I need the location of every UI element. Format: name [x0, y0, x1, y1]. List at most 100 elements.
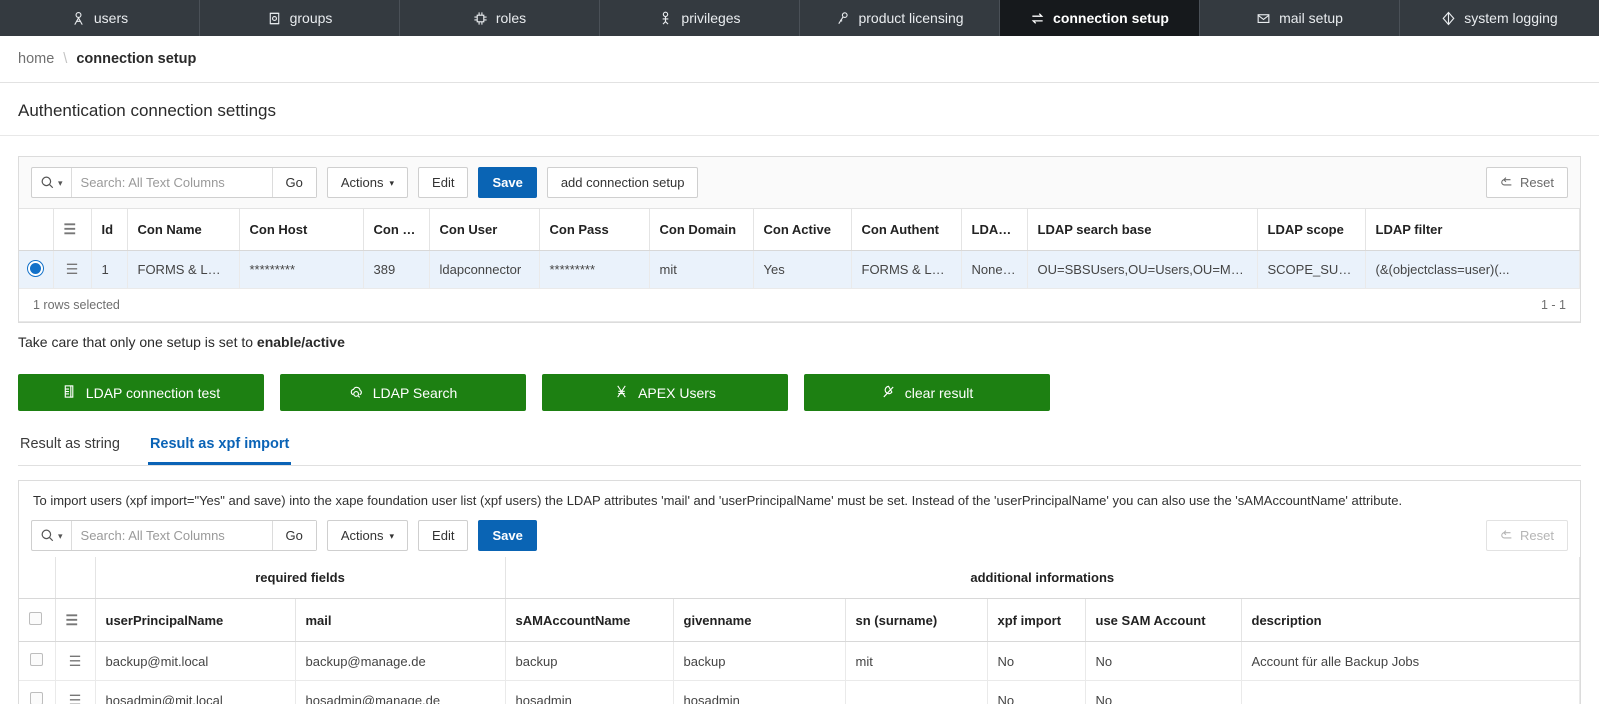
col-header-con-domain[interactable]: Con Domain [649, 209, 754, 251]
reset-button[interactable]: Reset [1486, 167, 1568, 198]
nav-item-mail-setup[interactable]: mail setup [1200, 0, 1400, 36]
nav-item-groups[interactable]: groups [200, 0, 400, 36]
col-header-id[interactable]: Id [91, 209, 128, 251]
col-header-con-active[interactable]: Con Active [753, 209, 852, 251]
page-title: Authentication connection settings [0, 83, 1599, 136]
nav-item-users[interactable]: users [0, 0, 200, 36]
row-menu-col-header: ☰ [55, 598, 96, 642]
save-button[interactable]: Save [478, 167, 537, 198]
roles-icon [473, 11, 488, 26]
col-header-description[interactable]: description [1241, 598, 1581, 642]
edit-button[interactable]: Edit [418, 520, 469, 551]
actions-button[interactable]: Actions ▾ [326, 520, 409, 551]
row-select-cell[interactable] [19, 680, 56, 704]
xpf-table: required fields additional informations … [19, 557, 1581, 704]
groups-icon [267, 11, 282, 26]
breadcrumb-separator: \ [63, 51, 68, 67]
reset-button[interactable]: Reset [1486, 520, 1568, 551]
col-header-con-user[interactable]: Con User [429, 209, 540, 251]
chevron-down-icon: ▾ [389, 531, 395, 541]
reset-icon [1500, 174, 1514, 191]
col-header-givenname[interactable]: givenname [673, 598, 846, 642]
cell-id: 1 [91, 250, 128, 289]
nav-item-label: mail setup [1279, 10, 1343, 26]
apex-users-button[interactable]: APEX Users [542, 374, 788, 411]
row-select-cell[interactable] [19, 250, 54, 289]
tab-result-as-string[interactable]: Result as string [18, 433, 122, 465]
nav-item-label: users [93, 10, 129, 26]
col-header-ldap-filter[interactable]: LDAP filter [1365, 209, 1580, 251]
search-group: ▾ Go [31, 167, 317, 198]
nav-item-system-logging[interactable]: system logging [1400, 0, 1599, 36]
hamburger-icon[interactable]: ☰ [66, 261, 79, 277]
xpf-import-region: To import users (xpf import="Yes" and sa… [18, 480, 1581, 704]
hamburger-icon[interactable]: ☰ [69, 692, 82, 704]
col-header-con-name[interactable]: Con Name [127, 209, 240, 251]
cell-use-sam-account: No [1085, 641, 1242, 681]
search-icon[interactable]: ▾ [32, 168, 72, 197]
nav-item-roles[interactable]: roles [400, 0, 600, 36]
clear-icon [881, 384, 896, 402]
checkbox-icon[interactable] [30, 692, 44, 704]
cell-con-host: ********* [239, 250, 364, 289]
save-button[interactable]: Save [478, 520, 537, 551]
tab-result-as-xpf-import[interactable]: Result as xpf import [147, 433, 292, 465]
table-row[interactable]: ☰ backup@mit.local backup@manage.de back… [19, 641, 1581, 681]
add-connection-setup-button[interactable]: add connection setup [546, 167, 699, 198]
connection-settings-region: ▾ Go Actions ▾ Edit Save add connection … [18, 156, 1581, 323]
search-input[interactable] [71, 168, 272, 197]
row-menu-cell[interactable]: ☰ [53, 250, 92, 289]
cell-samaccountname: hosadmin [505, 680, 674, 704]
row-select-cell[interactable] [19, 641, 56, 681]
col-header-use-sam-account[interactable]: use SAM Account [1085, 598, 1242, 642]
checkbox-icon[interactable] [30, 653, 44, 666]
col-header-con-host[interactable]: Con Host [239, 209, 364, 251]
table-row[interactable]: ☰ hosadmin@mit.local hosadmin@manage.de … [19, 680, 1581, 704]
chevron-down-icon: ▾ [58, 178, 63, 188]
nav-item-label: system logging [1464, 10, 1558, 26]
nav-item-product-licensing[interactable]: product licensing [800, 0, 1000, 36]
cell-userprincipalname: backup@mit.local [95, 641, 296, 681]
col-header-con-port[interactable]: Con Port [363, 209, 430, 251]
actions-button[interactable]: Actions ▾ [326, 167, 409, 198]
test-icon [62, 384, 77, 402]
hamburger-icon[interactable]: ☰ [69, 653, 82, 669]
search-icon[interactable]: ▾ [32, 521, 72, 550]
hamburger-icon[interactable]: ☰ [66, 612, 79, 628]
button-label: LDAP connection test [85, 384, 221, 401]
col-header-ldap-scope[interactable]: LDAP scope [1257, 209, 1366, 251]
col-header-ldap-search-base[interactable]: LDAP search base [1027, 209, 1258, 251]
col-header-sn-surname[interactable]: sn (surname) [845, 598, 988, 642]
key-icon [835, 11, 850, 26]
go-button[interactable]: Go [271, 168, 316, 197]
col-header-userprincipalname[interactable]: userPrincipalName [95, 598, 296, 642]
breadcrumb-home[interactable]: home [18, 51, 54, 67]
col-header-con-pass[interactable]: Con Pass [539, 209, 650, 251]
col-header-samaccountname[interactable]: sAMAccountName [505, 598, 674, 642]
actions-label: Actions [340, 175, 384, 190]
table-row[interactable]: ☰ 1 FORMS & LDAP ********* 389 ldapconne… [19, 250, 1580, 289]
ldap-search-button[interactable]: LDAP Search [280, 374, 526, 411]
apex-icon [614, 384, 629, 402]
row-menu-cell[interactable]: ☰ [55, 641, 96, 681]
col-header-ldap-ssl[interactable]: LDAP SSL [961, 209, 1028, 251]
col-header-xpf-import[interactable]: xpf import [987, 598, 1086, 642]
ldap-connection-test-button[interactable]: LDAP connection test [18, 374, 264, 411]
row-menu-cell[interactable]: ☰ [55, 680, 96, 704]
row-radio-icon[interactable] [30, 263, 42, 274]
clear-result-button[interactable]: clear result [804, 374, 1050, 411]
select-col-header [19, 209, 54, 251]
select-all-col-header[interactable] [19, 598, 56, 642]
hamburger-icon[interactable]: ☰ [64, 221, 77, 237]
edit-button[interactable]: Edit [418, 167, 469, 198]
nav-item-privileges[interactable]: privileges [600, 0, 800, 36]
go-button[interactable]: Go [271, 521, 316, 550]
checkbox-icon[interactable] [29, 612, 42, 625]
nav-item-connection-setup[interactable]: connection setup [1000, 0, 1200, 36]
search-input[interactable] [71, 521, 272, 550]
cell-con-active: Yes [753, 250, 852, 289]
col-header-mail[interactable]: mail [295, 598, 506, 642]
button-label: LDAP Search [372, 384, 458, 401]
col-header-con-authent[interactable]: Con Authent [851, 209, 962, 251]
cell-ldap-scope: SCOPE_SUBTREE [1257, 250, 1366, 289]
